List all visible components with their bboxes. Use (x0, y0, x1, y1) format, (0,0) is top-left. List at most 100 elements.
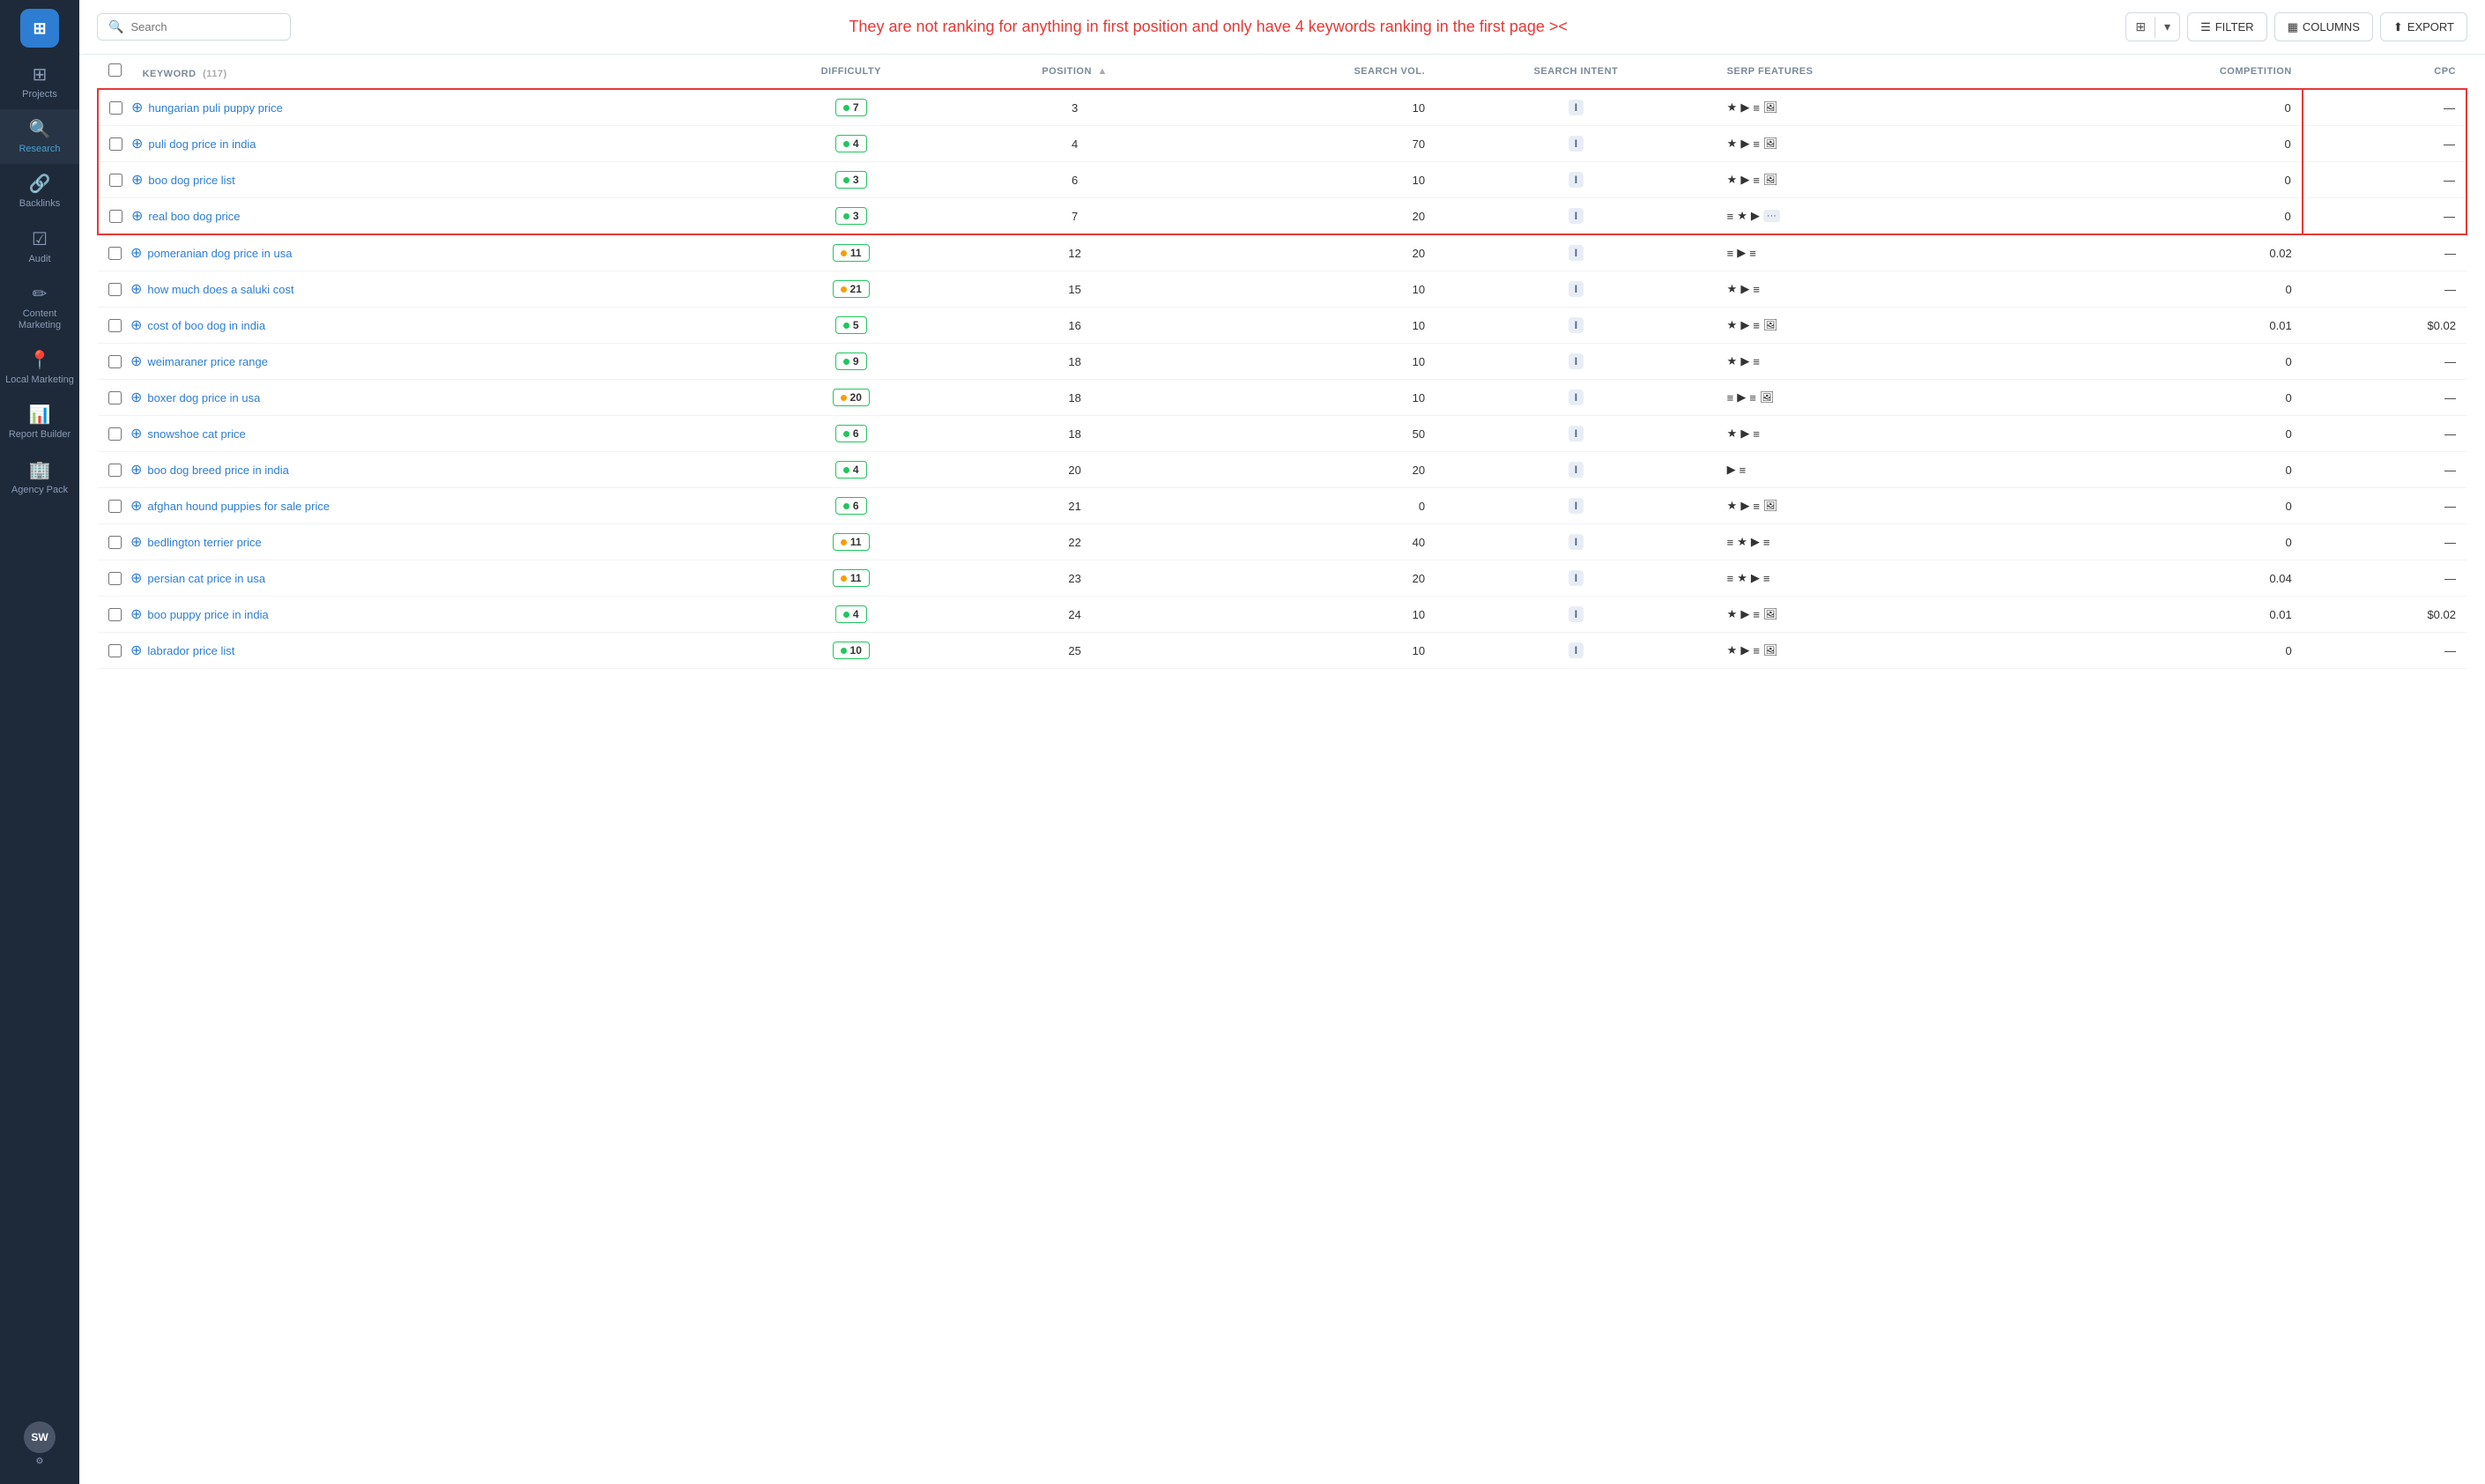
search-volume-value: 10 (1413, 355, 1425, 368)
table-row: ⊕ afghan hound puppies for sale price 6 … (98, 488, 2466, 524)
serp-icon: ★ (1727, 173, 1738, 187)
keyword-link[interactable]: real boo dog price (148, 210, 240, 223)
row-checkbox[interactable] (109, 101, 122, 115)
filter-icon: ☰ (2200, 20, 2211, 34)
serp-icon: ≡ (1753, 427, 1760, 441)
row-checkbox[interactable] (109, 210, 122, 223)
add-keyword-icon[interactable]: ⊕ (130, 642, 142, 659)
export-button[interactable]: ⬆ EXPORT (2380, 12, 2467, 41)
difficulty-badge: 9 (835, 352, 867, 370)
add-keyword-icon[interactable]: ⊕ (131, 171, 143, 189)
filter-button[interactable]: ☰ FILTER (2187, 12, 2266, 41)
sidebar-item-research[interactable]: 🔍 Research (0, 109, 79, 164)
serp-icon: ★ (1727, 354, 1738, 368)
add-keyword-icon[interactable]: ⊕ (130, 244, 142, 262)
keyword-link[interactable]: afghan hound puppies for sale price (147, 500, 330, 513)
add-keyword-icon[interactable]: ⊕ (131, 207, 143, 225)
add-keyword-icon[interactable]: ⊕ (130, 425, 142, 442)
col-header-position[interactable]: POSITION ▲ (960, 55, 1191, 89)
row-checkbox[interactable] (108, 283, 122, 296)
serp-features: ≡★▶≡ (1727, 535, 2034, 549)
keyword-link[interactable]: boxer dog price in usa (147, 391, 260, 404)
row-checkbox[interactable] (108, 319, 122, 332)
sidebar-item-agency-pack[interactable]: 🏢 Agency Pack (0, 450, 79, 505)
keyword-link[interactable]: weimaraner price range (147, 355, 268, 368)
sidebar-item-content-marketing[interactable]: ✏ Content Marketing (0, 274, 79, 340)
add-keyword-icon[interactable]: ⊕ (130, 316, 142, 334)
sidebar-item-audit[interactable]: ☑ Audit (0, 219, 79, 274)
cpc-value: — (2444, 283, 2456, 296)
search-box[interactable]: 🔍 (97, 13, 291, 41)
intent-badge: I (1569, 606, 1584, 622)
add-keyword-icon[interactable]: ⊕ (130, 389, 142, 406)
row-checkbox[interactable] (108, 608, 122, 621)
difficulty-badge: 4 (835, 135, 867, 152)
sidebar-item-label: Projects (22, 89, 57, 100)
row-checkbox[interactable] (109, 174, 122, 187)
serp-icon: ≡ (1749, 391, 1756, 404)
row-checkbox[interactable] (108, 572, 122, 585)
toolbar-buttons: ⊞ ▾ ☰ FILTER ▦ COLUMNS ⬆ EXPORT (2125, 12, 2467, 41)
sidebar-item-backlinks[interactable]: 🔗 Backlinks (0, 164, 79, 219)
add-keyword-icon[interactable]: ⊕ (131, 135, 143, 152)
add-keyword-icon[interactable]: ⊕ (130, 533, 142, 551)
intent-badge: I (1569, 570, 1584, 586)
serp-features: ★▶≡🖼 (1727, 499, 2034, 513)
add-keyword-icon[interactable]: ⊕ (130, 280, 142, 298)
keyword-link[interactable]: cost of boo dog in india (147, 319, 265, 332)
sidebar-item-projects[interactable]: ⊞ Projects (0, 55, 79, 109)
add-keyword-icon[interactable]: ⊕ (130, 605, 142, 623)
position-value: 3 (1072, 101, 1078, 115)
search-volume-value: 10 (1413, 608, 1425, 621)
difficulty-dot (843, 503, 849, 509)
sidebar-item-local-marketing[interactable]: 📍 Local Marketing (0, 340, 79, 395)
row-checkbox[interactable] (109, 137, 122, 151)
keyword-link[interactable]: persian cat price in usa (147, 572, 265, 585)
difficulty-dot (841, 395, 847, 401)
row-checkbox[interactable] (108, 355, 122, 368)
row-checkbox[interactable] (108, 391, 122, 404)
serp-icon: ≡ (1753, 137, 1760, 151)
settings-label: ⚙ (36, 1457, 44, 1466)
keyword-link[interactable]: hungarian puli puppy price (148, 101, 283, 115)
keyword-link[interactable]: pomeranian dog price in usa (147, 247, 292, 260)
add-keyword-icon[interactable]: ⊕ (130, 569, 142, 587)
add-keyword-icon[interactable]: ⊕ (130, 352, 142, 370)
intent-badge: I (1569, 390, 1584, 405)
row-checkbox[interactable] (108, 536, 122, 549)
position-value: 18 (1068, 427, 1080, 441)
intent-badge: I (1569, 100, 1584, 115)
sidebar-item-report-builder[interactable]: 📊 Report Builder (0, 395, 79, 449)
table-row: ⊕ how much does a saluki cost 21 15 10 I… (98, 271, 2466, 308)
row-checkbox[interactable] (108, 427, 122, 441)
columns-button[interactable]: ▦ COLUMNS (2274, 12, 2373, 41)
keyword-link[interactable]: boo puppy price in india (147, 608, 268, 621)
keyword-link[interactable]: snowshoe cat price (147, 427, 245, 441)
add-keyword-icon[interactable]: ⊕ (131, 99, 143, 116)
audit-icon: ☑ (32, 228, 48, 250)
avatar[interactable]: SW (24, 1421, 56, 1453)
chevron-down-button[interactable]: ▾ (2155, 13, 2179, 41)
view-toggle[interactable]: ⊞ ▾ (2125, 12, 2180, 41)
keyword-link[interactable]: bedlington terrier price (147, 536, 261, 549)
table-row: ⊕ boo puppy price in india 4 24 10 I ★▶≡… (98, 597, 2466, 633)
keyword-link[interactable]: boo dog price list (148, 174, 234, 187)
row-checkbox[interactable] (108, 464, 122, 477)
keyword-link[interactable]: labrador price list (147, 644, 234, 657)
keyword-link[interactable]: boo dog breed price in india (147, 464, 288, 477)
serp-icon: ≡ (1753, 101, 1760, 115)
serp-features: ★▶≡🖼 (1727, 100, 2034, 115)
row-checkbox[interactable] (108, 247, 122, 260)
row-checkbox[interactable] (108, 500, 122, 513)
search-input[interactable] (130, 20, 279, 33)
select-all-checkbox[interactable] (108, 63, 122, 77)
grid-view-button[interactable]: ⊞ (2126, 13, 2155, 41)
keyword-link[interactable]: puli dog price in india (148, 137, 256, 151)
serp-icon: ≡ (1753, 319, 1760, 332)
add-keyword-icon[interactable]: ⊕ (130, 497, 142, 515)
cpc-value: — (2444, 247, 2456, 260)
keyword-link[interactable]: how much does a saluki cost (147, 283, 293, 296)
add-keyword-icon[interactable]: ⊕ (130, 461, 142, 479)
row-checkbox[interactable] (108, 644, 122, 657)
serp-icon: ★ (1727, 643, 1738, 657)
